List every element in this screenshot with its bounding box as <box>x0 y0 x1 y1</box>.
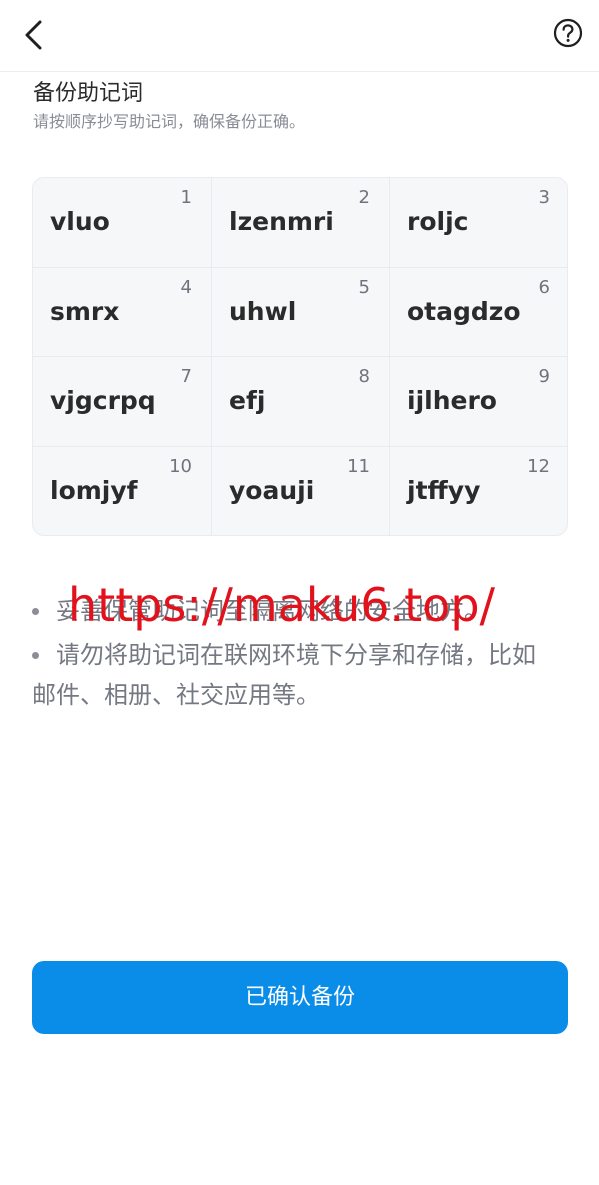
word-text: ijlhero <box>407 386 497 415</box>
word-cell: 11 yoauji <box>212 447 390 535</box>
tip-text: 妥善保管助记词至隔离网络的安全地方。 <box>56 597 488 625</box>
tip-item: 妥善保管助记词至隔离网络的安全地方。 <box>32 591 572 631</box>
word-index: 3 <box>538 187 550 208</box>
bullet-dot-icon <box>32 652 39 659</box>
tip-item: 请勿将助记词在联网环境下分享和存储，比如 邮件、相册、社交应用等。 <box>32 635 572 715</box>
word-text: jtffyy <box>407 476 481 505</box>
top-bar <box>0 0 599 72</box>
page-subtitle: 请按顺序抄写助记词，确保备份正确。 <box>33 112 306 131</box>
question-circle-icon <box>553 18 583 48</box>
word-text: smrx <box>50 297 120 326</box>
word-cell: 10 lomjyf <box>33 447 212 535</box>
word-text: roljc <box>407 207 469 236</box>
word-cell: 2 lzenmri <box>212 178 390 268</box>
bullet-dot-icon <box>32 608 39 615</box>
word-text: vjgcrpq <box>50 386 156 415</box>
word-index: 1 <box>180 187 192 208</box>
word-text: efj <box>229 386 266 415</box>
word-cell: 8 efj <box>212 357 390 447</box>
backup-tips-list: 妥善保管助记词至隔离网络的安全地方。 请勿将助记词在联网环境下分享和存储，比如 … <box>32 591 572 715</box>
word-index: 10 <box>169 456 192 477</box>
tip-text: 请勿将助记词在联网环境下分享和存储，比如 <box>56 641 536 669</box>
page-title: 备份助记词 <box>33 81 144 106</box>
word-cell: 3 roljc <box>390 178 567 268</box>
word-cell: 1 vluo <box>33 178 212 268</box>
back-button[interactable] <box>14 12 54 58</box>
chevron-left-icon <box>25 20 42 50</box>
mnemonic-word-grid: 1 vluo 2 lzenmri 3 roljc 4 smrx 5 uhwl 6… <box>32 177 568 536</box>
word-cell: 4 smrx <box>33 268 212 357</box>
word-text: vluo <box>50 207 110 236</box>
word-index: 2 <box>358 187 370 208</box>
word-index: 4 <box>180 277 192 298</box>
word-index: 5 <box>358 277 370 298</box>
word-index: 12 <box>527 456 550 477</box>
word-cell: 9 ijlhero <box>390 357 567 447</box>
word-text: lomjyf <box>50 476 138 505</box>
word-text: otagdzo <box>407 297 521 326</box>
word-index: 6 <box>538 277 550 298</box>
word-index: 8 <box>358 366 370 387</box>
word-index: 9 <box>538 366 550 387</box>
word-cell: 5 uhwl <box>212 268 390 357</box>
word-cell: 6 otagdzo <box>390 268 567 357</box>
word-text: lzenmri <box>229 207 334 236</box>
word-index: 7 <box>180 366 192 387</box>
word-text: yoauji <box>229 476 315 505</box>
word-cell: 12 jtffyy <box>390 447 567 535</box>
word-index: 11 <box>347 456 370 477</box>
confirm-backup-button[interactable]: 已确认备份 <box>32 961 568 1034</box>
tip-text-continuation: 邮件、相册、社交应用等。 <box>32 681 320 709</box>
word-text: uhwl <box>229 297 297 326</box>
word-cell: 7 vjgcrpq <box>33 357 212 447</box>
help-button[interactable] <box>551 16 585 50</box>
